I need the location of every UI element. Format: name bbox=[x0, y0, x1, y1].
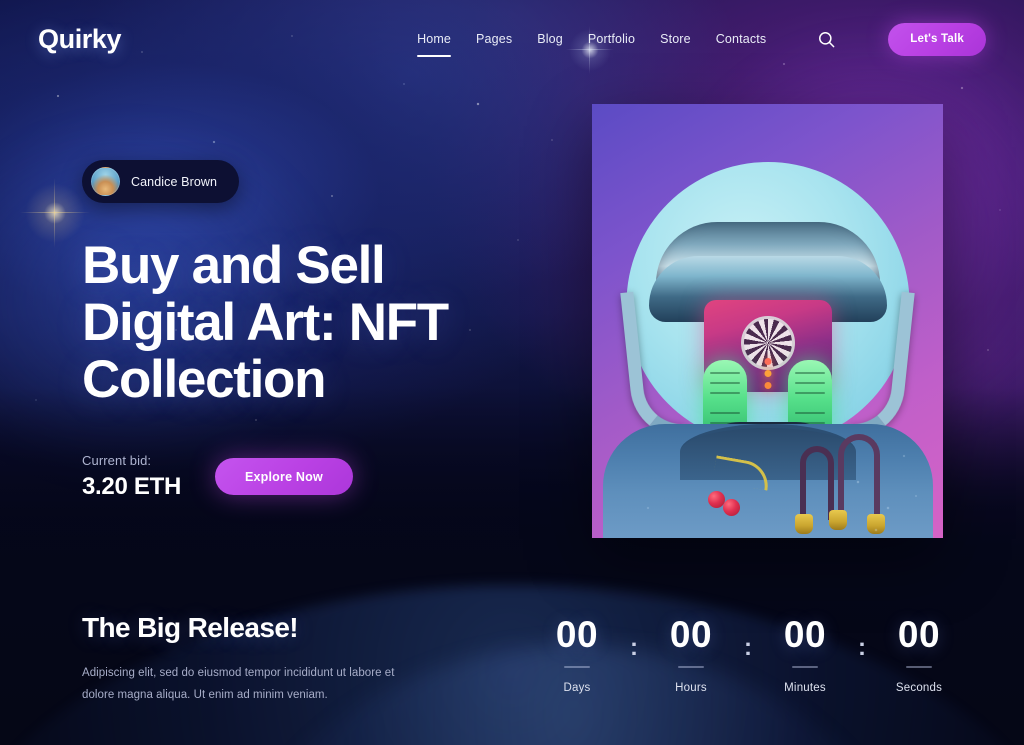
countdown-value-seconds: 00 bbox=[897, 614, 941, 655]
countdown-value-hours: 00 bbox=[669, 614, 713, 655]
avatar bbox=[91, 167, 120, 196]
release-section: The Big Release! Adipiscing elit, sed do… bbox=[82, 612, 482, 707]
hero-title-line-2: Digital Art: NFT bbox=[82, 293, 449, 353]
countdown-rule-seconds bbox=[906, 666, 932, 668]
nav-item-pages[interactable]: Pages bbox=[476, 28, 512, 50]
page-root: Quirky Home Pages Blog Portfolio Store C… bbox=[0, 0, 1024, 745]
countdown-rule-days bbox=[564, 666, 590, 668]
countdown-separator-3: : bbox=[858, 634, 866, 661]
countdown-label-minutes: Minutes bbox=[784, 682, 826, 694]
nav-item-home[interactable]: Home bbox=[417, 28, 452, 57]
hero-title: Buy and Sell Digital Art: NFT Collection bbox=[82, 237, 582, 409]
current-bid-block: Current bid: 3.20 ETH bbox=[82, 453, 181, 501]
countdown-rule-minutes bbox=[792, 666, 818, 668]
nav-item-blog[interactable]: Blog bbox=[537, 28, 563, 50]
cherry-icon-b bbox=[723, 499, 740, 516]
countdown-label-days: Days bbox=[563, 682, 591, 694]
character-cord-left bbox=[800, 446, 834, 520]
countdown-separator-2: : bbox=[744, 634, 752, 661]
countdown-unit-days: 00 Days bbox=[534, 616, 620, 694]
countdown-unit-minutes: 00 Minutes bbox=[762, 616, 848, 694]
character-led-red bbox=[764, 358, 771, 365]
main-navigation: Home Pages Blog Portfolio Store Contacts… bbox=[417, 22, 986, 57]
hero-title-line-3: Collection bbox=[82, 350, 326, 410]
brand-logo[interactable]: Quirky bbox=[38, 24, 122, 55]
countdown-unit-seconds: 00 Seconds bbox=[876, 616, 962, 694]
release-title: The Big Release! bbox=[82, 612, 299, 643]
character-plug-3 bbox=[867, 514, 885, 534]
countdown-timer: 00 Days : 00 Hours : 00 Minutes : 00 Sec… bbox=[534, 616, 962, 694]
nav-item-contacts[interactable]: Contacts bbox=[716, 28, 767, 50]
character-cord-right bbox=[838, 434, 880, 520]
author-name: Candice Brown bbox=[131, 174, 218, 189]
countdown-rule-hours bbox=[678, 666, 704, 668]
countdown-value-minutes: 00 bbox=[783, 614, 827, 655]
countdown-value-days: 00 bbox=[555, 614, 599, 655]
character-led-amber bbox=[764, 370, 771, 377]
countdown-separator-1: : bbox=[630, 634, 638, 661]
countdown-label-seconds: Seconds bbox=[895, 682, 943, 694]
countdown-label-hours: Hours bbox=[675, 682, 707, 694]
star-flare-left-icon bbox=[20, 178, 90, 248]
author-badge[interactable]: Candice Brown bbox=[82, 160, 240, 203]
hero-content: Candice Brown Buy and Sell Digital Art: … bbox=[82, 160, 582, 501]
countdown-unit-hours: 00 Hours bbox=[648, 616, 734, 694]
current-bid-label: Current bid: bbox=[82, 452, 152, 468]
character-plug-1 bbox=[795, 514, 813, 534]
character-plug-2 bbox=[829, 510, 847, 530]
hero-title-line-1: Buy and Sell bbox=[82, 236, 386, 295]
current-bid-value: 3.20 ETH bbox=[82, 472, 181, 500]
nft-artwork[interactable] bbox=[592, 104, 943, 538]
release-description: Adipiscing elit, sed do eiusmod tempor i… bbox=[82, 667, 395, 702]
character-led-orange bbox=[764, 382, 771, 389]
nav-item-store[interactable]: Store bbox=[660, 28, 691, 50]
lets-talk-button[interactable]: Let's Talk bbox=[888, 22, 986, 56]
nav-item-portfolio[interactable]: Portfolio bbox=[588, 28, 635, 50]
explore-now-button[interactable]: Explore Now bbox=[214, 458, 353, 496]
search-icon[interactable] bbox=[813, 26, 839, 52]
site-header: Quirky Home Pages Blog Portfolio Store C… bbox=[0, 0, 1024, 78]
bid-row: Current bid: 3.20 ETH Explore Now bbox=[82, 453, 582, 501]
